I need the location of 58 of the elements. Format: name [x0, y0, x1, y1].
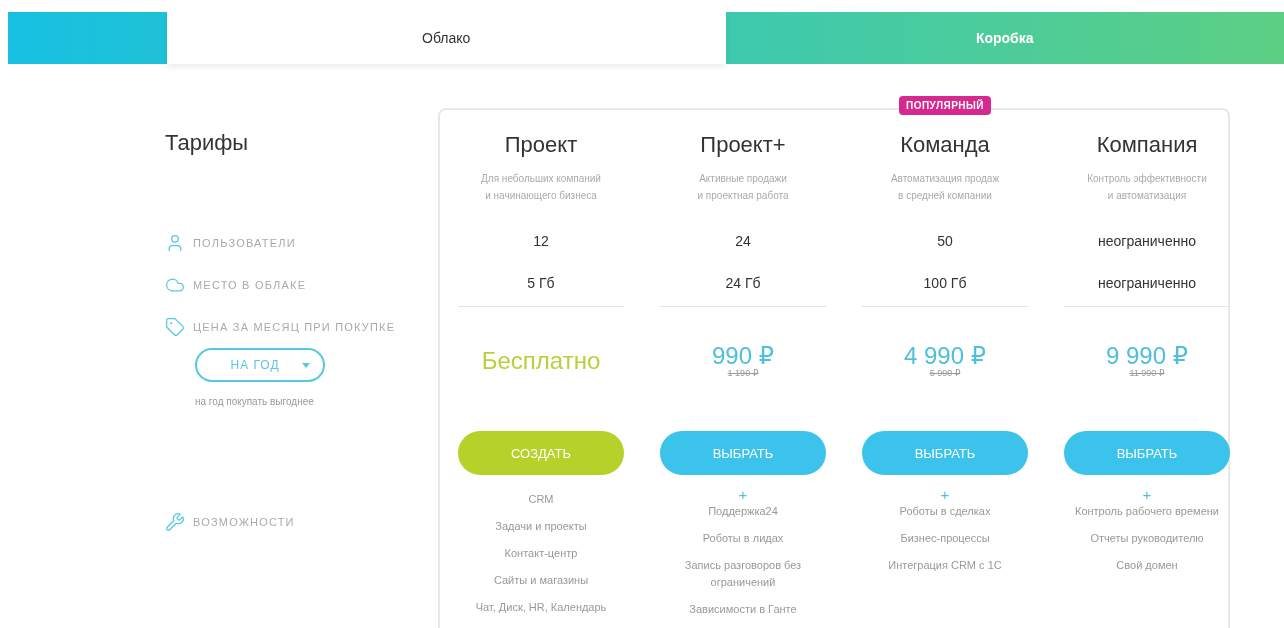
plus-sign: +: [940, 487, 950, 503]
feature-item: Роботы в лидах: [702, 531, 784, 546]
plus-sign: +: [738, 487, 748, 503]
users-value: 12: [533, 232, 549, 251]
page-title: Тарифы: [165, 130, 250, 157]
price: 990 ₽: [712, 344, 774, 368]
plan-description: Контроль эффективности и автоматизация: [1087, 172, 1207, 203]
plan-name: Проект: [504, 132, 578, 159]
select-button[interactable]: ВЫБРАТЬ: [660, 431, 826, 475]
plan-description: Для небольших компаний и начинающего бизнеса: [481, 172, 601, 203]
feature-item: Поддержка24: [708, 504, 778, 519]
feature-item: Сайты и магазины: [493, 573, 589, 588]
old-price: 5 990 ₽: [929, 368, 961, 378]
old-price: 11 990 ₽: [1129, 368, 1165, 378]
storage-value: 5 Гб: [527, 274, 555, 293]
row-label: ПОЛЬЗОВАТЕЛИ: [193, 237, 296, 249]
tab[interactable]: Облако: [167, 12, 726, 64]
feature-item: Чат, Диск, HR, Календарь: [475, 600, 607, 615]
feature-item: Бизнес-процессы: [900, 531, 990, 546]
users-value: неограниченно: [1098, 232, 1196, 251]
storage-value: 24 Гб: [725, 274, 761, 293]
row-label: ВОЗМОЖНОСТИ: [193, 516, 295, 528]
feature-item: Интеграция CRM с 1С: [888, 558, 1002, 573]
create-button[interactable]: СОЗДАТЬ: [458, 431, 624, 475]
old-price: 1 190 ₽: [727, 368, 759, 378]
storage-value: неограниченно: [1098, 274, 1196, 293]
wrench-icon: [165, 512, 185, 532]
price: 4 990 ₽: [904, 344, 986, 368]
feature-item: Запись разговоров без ограничений: [683, 558, 803, 590]
plus-sign: +: [1142, 487, 1152, 503]
plan-description: Активные продажи и проектная работа: [697, 172, 789, 203]
row-label: МЕСТО В ОБЛАКЕ: [193, 279, 307, 291]
price: Бесплатно: [481, 349, 601, 373]
plan-name: Компания: [1096, 132, 1198, 159]
popular-badge: ПОПУЛЯРНЫЙ: [898, 96, 992, 115]
select-button[interactable]: ВЫБРАТЬ: [1064, 431, 1230, 475]
feature-item: Свой домен: [1116, 558, 1178, 573]
tab[interactable]: Коробка: [725, 12, 1284, 64]
feature-item: Отчеты руководителю: [1090, 531, 1204, 546]
feature-item: Роботы в сделках: [899, 504, 991, 519]
feature-item: Контакт-центр: [504, 546, 578, 561]
caret-icon: [301, 362, 310, 368]
plan-name: Проект+: [700, 132, 786, 159]
tag-icon: [165, 317, 185, 337]
feature-item: Контроль рабочего времени: [1075, 504, 1219, 519]
users-value: 50: [937, 232, 953, 251]
feature-item: Зависимости в Ганте: [689, 602, 797, 617]
feature-item: CRM: [528, 492, 554, 507]
row-label: ЦЕНА ЗА МЕСЯЦ ПРИ ПОКУПКЕ: [193, 321, 396, 333]
price: 9 990 ₽: [1106, 344, 1188, 368]
users-value: 24: [735, 232, 751, 251]
hint-text: на год покупать выгоднее: [195, 396, 315, 407]
feature-item: Задачи и проекты: [495, 519, 587, 534]
storage-value: 100 Гб: [923, 274, 967, 293]
period-dropdown[interactable]: НА ГОД: [195, 348, 325, 382]
plan-description: Автоматизация продаж в средней компании: [890, 172, 1000, 203]
plan-name: Команда: [900, 132, 990, 159]
select-button[interactable]: ВЫБРАТЬ: [862, 431, 1028, 475]
